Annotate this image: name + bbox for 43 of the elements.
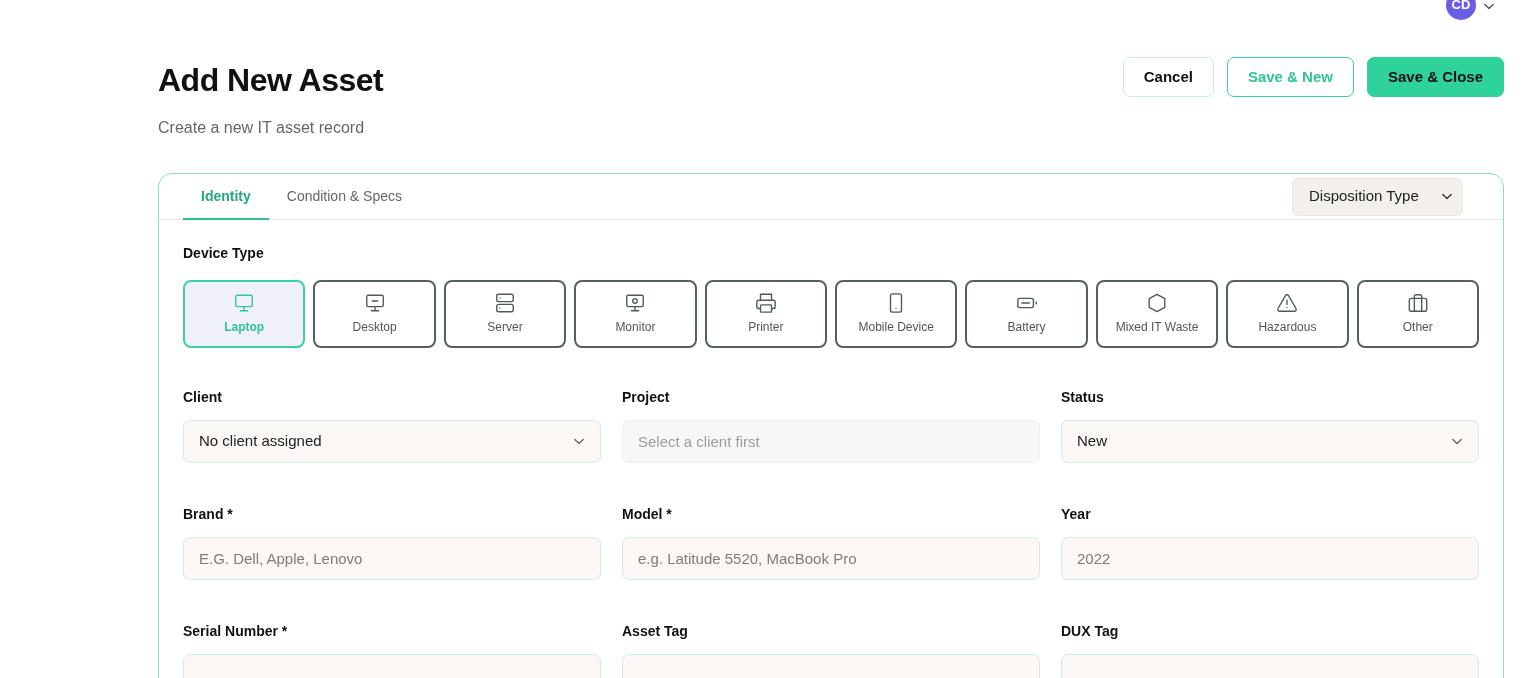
input-field[interactable]: e.g. Latitude 5520, MacBook Pro <box>622 537 1040 580</box>
select-field[interactable]: New <box>1061 420 1479 463</box>
field-label: Model * <box>622 505 672 524</box>
field-label: Project <box>622 388 670 407</box>
device-type-option[interactable]: Mobile Device <box>835 280 958 348</box>
field-label: Brand * <box>183 505 233 524</box>
cancel-button[interactable]: Cancel <box>1122 57 1214 97</box>
field-label: Asset Tag <box>622 622 688 641</box>
save-close-button[interactable]: Save & Close <box>1366 57 1504 97</box>
device-type-option[interactable]: Server <box>443 280 567 348</box>
device-type-option[interactable]: Battery <box>965 280 1088 348</box>
input-field[interactable]: 2022 <box>1061 537 1479 580</box>
briefcase-icon <box>1406 292 1429 314</box>
user-avatar[interactable]: CD <box>1446 0 1476 20</box>
field-label: Serial Number * <box>183 622 288 641</box>
monitor-icon <box>233 292 256 314</box>
monitor-circle-icon <box>624 292 647 314</box>
field-label: Year <box>1061 505 1091 524</box>
disposition-type-select[interactable]: Disposition Type <box>1292 177 1463 216</box>
device-type-option[interactable]: Printer <box>704 280 827 348</box>
monitor-minus-icon <box>363 292 386 314</box>
field-label: Status <box>1061 388 1104 407</box>
field-label: Client <box>183 388 222 407</box>
chevron-down-icon <box>1484 3 1494 10</box>
input-field[interactable]: E.G. Dell, Apple, Lenovo <box>183 537 601 580</box>
server-icon <box>494 292 516 314</box>
device-type-option[interactable]: Hazardous <box>1226 280 1349 348</box>
printer-icon <box>754 292 777 314</box>
page-subtitle: Create a new IT asset record <box>158 118 365 138</box>
device-type-option[interactable]: Desktop <box>313 280 436 348</box>
tab[interactable]: Condition & Specs <box>268 174 420 220</box>
hexagon-icon <box>1146 292 1168 314</box>
device-type-label: Device Type <box>183 244 264 263</box>
warning-icon <box>1276 292 1299 314</box>
page-title: Add New Asset <box>158 61 384 100</box>
field-label: DUX Tag <box>1061 622 1119 641</box>
chevron-down-icon <box>574 438 584 445</box>
device-type-option[interactable]: Monitor <box>574 280 697 348</box>
device-type-option[interactable]: Other <box>1356 280 1479 348</box>
device-type-option[interactable]: Mixed IT Waste <box>1095 280 1219 348</box>
chevron-down-icon <box>1442 193 1452 200</box>
select-field[interactable]: No client assigned <box>183 420 601 463</box>
chevron-down-icon <box>1452 438 1462 445</box>
